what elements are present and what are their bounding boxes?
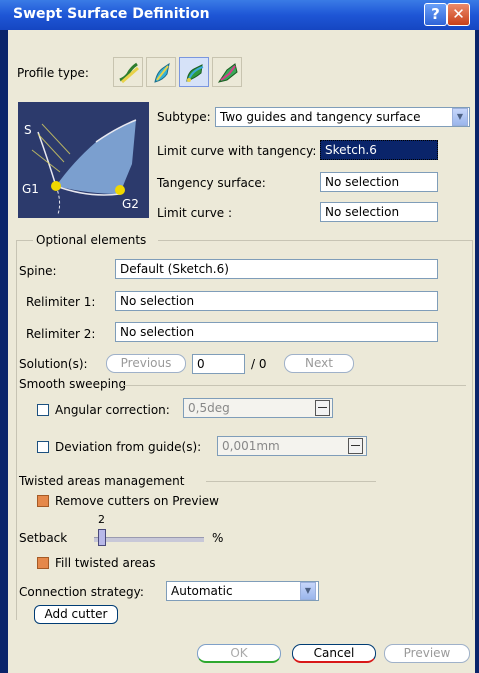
spine-field[interactable]: Default (Sketch.6) bbox=[115, 259, 438, 279]
relimiter-1-field[interactable]: No selection bbox=[115, 291, 438, 311]
fill-twisted-checkbox[interactable] bbox=[37, 557, 49, 569]
conic-profile-button[interactable] bbox=[179, 57, 209, 87]
setback-unit: % bbox=[212, 531, 224, 545]
spine-label: Spine: bbox=[19, 264, 57, 278]
deviation-spinner-icon[interactable] bbox=[348, 438, 363, 454]
remove-cutters-checkbox[interactable] bbox=[37, 495, 49, 507]
smooth-sweeping-title: Smooth sweeping bbox=[19, 377, 127, 391]
connection-strategy-select[interactable]: Automatic bbox=[166, 581, 319, 601]
fill-twisted-label: Fill twisted areas bbox=[55, 556, 156, 570]
relimiter-2-field[interactable]: No selection bbox=[115, 322, 438, 342]
twisted-areas-title: Twisted areas management bbox=[19, 474, 185, 488]
title-bar: Swept Surface Definition ? ✕ bbox=[0, 0, 479, 30]
subtype-dropdown-arrow-icon[interactable]: ▼ bbox=[452, 108, 468, 126]
deviation-value: 0,001mm bbox=[222, 439, 280, 453]
angular-correction-checkbox[interactable] bbox=[37, 404, 49, 416]
angular-correction-spinner-icon[interactable] bbox=[315, 400, 330, 416]
solution-total: / 0 bbox=[251, 357, 267, 371]
tangency-surface-value: No selection bbox=[325, 175, 400, 189]
profile-type-label: Profile type: bbox=[17, 66, 89, 80]
relimiter-2-value: No selection bbox=[120, 325, 195, 339]
setback-slider-thumb[interactable] bbox=[98, 529, 106, 546]
previous-button[interactable]: Previous bbox=[106, 354, 186, 373]
deviation-checkbox[interactable] bbox=[37, 441, 49, 453]
spine-value: Default (Sketch.6) bbox=[120, 262, 229, 276]
angular-correction-field[interactable]: 0,5deg bbox=[183, 398, 333, 418]
deviation-field[interactable]: 0,001mm bbox=[217, 436, 367, 456]
setback-slider-track[interactable] bbox=[94, 537, 204, 542]
angular-correction-value: 0,5deg bbox=[188, 401, 230, 415]
circle-profile-button[interactable] bbox=[146, 57, 176, 87]
help-button[interactable]: ? bbox=[424, 3, 447, 26]
limit-curve-tangency-field[interactable]: Sketch.6 bbox=[320, 140, 438, 160]
relimiter-1-label: Relimiter 1: bbox=[26, 295, 96, 309]
tangency-surface-label: Tangency surface: bbox=[157, 176, 266, 190]
dialog-frame: Swept Surface Definition ? ✕ Profile typ… bbox=[0, 0, 479, 673]
cancel-button[interactable]: Cancel bbox=[292, 644, 376, 663]
angular-correction-label: Angular correction: bbox=[55, 403, 170, 417]
connection-dropdown-arrow-icon[interactable]: ▼ bbox=[300, 582, 316, 600]
add-cutter-button[interactable]: Add cutter bbox=[34, 605, 118, 624]
diagram-label-s: S bbox=[24, 123, 32, 137]
limit-curve-label: Limit curve : bbox=[157, 206, 233, 220]
conic-profile-icon bbox=[186, 64, 204, 82]
optional-elements-title: Optional elements bbox=[36, 233, 147, 247]
next-button[interactable]: Next bbox=[284, 354, 354, 373]
subtype-select[interactable]: Two guides and tangency surface bbox=[215, 107, 470, 127]
close-button[interactable]: ✕ bbox=[447, 3, 470, 26]
window-title: Swept Surface Definition bbox=[13, 6, 210, 22]
swept-surface-diagram: S G1 G2 bbox=[18, 102, 149, 218]
solution-index-field[interactable]: 0 bbox=[192, 354, 245, 374]
relimiter-2-label: Relimiter 2: bbox=[26, 327, 96, 341]
explicit-profile-button[interactable] bbox=[212, 57, 242, 87]
diagram-label-g1: G1 bbox=[22, 182, 39, 196]
circle-profile-icon bbox=[154, 62, 170, 83]
tangency-surface-field[interactable]: No selection bbox=[320, 172, 438, 192]
preview-button[interactable]: Preview bbox=[384, 644, 470, 663]
connection-strategy-label: Connection strategy: bbox=[19, 585, 144, 599]
setback-label: Setback bbox=[19, 531, 68, 545]
remove-cutters-label: Remove cutters on Preview bbox=[55, 494, 219, 508]
relimiter-1-value: No selection bbox=[120, 294, 195, 308]
explicit-profile-icon bbox=[217, 63, 238, 83]
solutions-label: Solution(s): bbox=[19, 357, 88, 371]
limit-curve-value: No selection bbox=[325, 205, 400, 219]
subtype-value: Two guides and tangency surface bbox=[220, 110, 421, 124]
setback-value: 2 bbox=[98, 513, 105, 526]
limit-curve-tangency-label: Limit curve with tangency: bbox=[157, 144, 317, 158]
ok-button[interactable]: OK bbox=[197, 644, 281, 663]
diagram-label-g2: G2 bbox=[122, 197, 139, 211]
solution-index-value: 0 bbox=[197, 357, 205, 371]
connection-strategy-value: Automatic bbox=[171, 584, 233, 598]
limit-curve-tangency-value: Sketch.6 bbox=[325, 143, 377, 157]
limit-curve-field[interactable]: No selection bbox=[320, 202, 438, 222]
line-profile-button[interactable] bbox=[113, 57, 143, 87]
line-profile-icon bbox=[119, 62, 139, 84]
deviation-label: Deviation from guide(s): bbox=[55, 440, 202, 454]
subtype-label: Subtype: bbox=[157, 110, 211, 124]
